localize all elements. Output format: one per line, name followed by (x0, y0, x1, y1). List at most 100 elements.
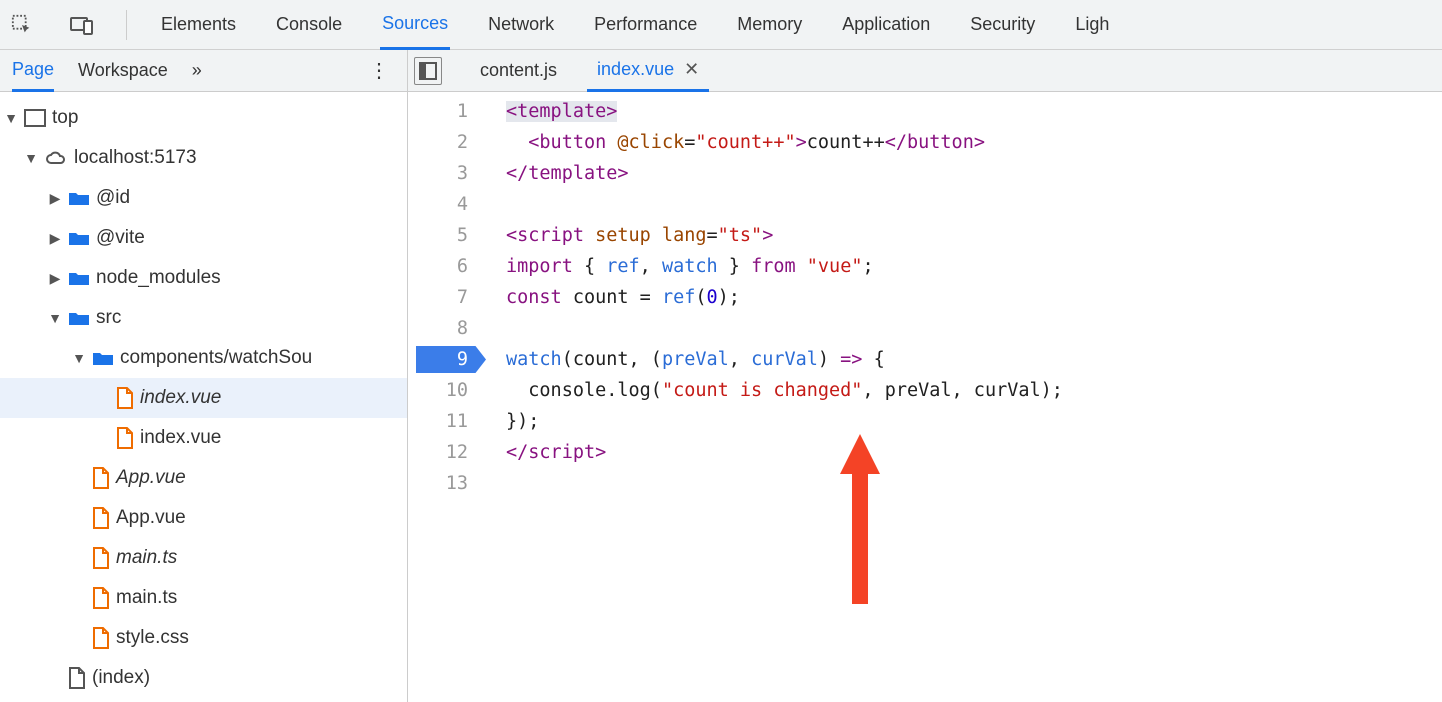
tree-folder-vite[interactable]: ▶ @vite (0, 218, 407, 258)
code-line[interactable]: <template> (488, 96, 617, 127)
tree-file-main-ts[interactable]: main.ts (0, 578, 407, 618)
code-line[interactable]: watch(count, (preVal, curVal) => { (488, 344, 885, 375)
tree-folder-id[interactable]: ▶ @id (0, 178, 407, 218)
tree-folder-src[interactable]: ▼ src (0, 298, 407, 338)
tree-folder-components[interactable]: ▼ components/watchSou (0, 338, 407, 378)
tree-file-index-document[interactable]: (index) (0, 658, 407, 698)
open-tab-label: index.vue (597, 59, 674, 80)
tree-label: top (52, 107, 78, 129)
folder-icon (92, 349, 114, 367)
folder-icon (68, 309, 90, 327)
line-number[interactable]: 6 (408, 251, 488, 282)
tab-security[interactable]: Security (968, 0, 1037, 50)
file-tree: ▼ top ▼ localhost:5173 ▶ @id ▶ @vite ▶ (0, 92, 407, 702)
line-number[interactable]: 2 (408, 127, 488, 158)
tree-label: style.css (116, 627, 189, 649)
code-line[interactable]: <script setup lang="ts"> (488, 220, 773, 251)
inspect-element-icon[interactable] (10, 13, 34, 37)
code-line[interactable] (488, 313, 506, 344)
tree-label: index.vue (140, 427, 221, 449)
tree-label: (index) (92, 667, 150, 689)
line-number[interactable]: 4 (408, 189, 488, 220)
tree-label: @id (96, 187, 130, 209)
workspace-tab[interactable]: Workspace (78, 50, 168, 92)
disclosure-triangle-down-icon[interactable]: ▼ (72, 350, 86, 366)
close-tab-icon[interactable]: ✕ (684, 59, 699, 80)
file-icon (92, 507, 110, 529)
page-tab[interactable]: Page (12, 50, 54, 92)
tab-lighthouse-truncated[interactable]: Ligh (1073, 0, 1111, 50)
tree-label: main.ts (116, 547, 177, 569)
tree-label: components/watchSou (120, 347, 312, 369)
tree-file-main-ts-sourcemap[interactable]: main.ts (0, 538, 407, 578)
devtools-main-tabs: Elements Console Sources Network Perform… (0, 0, 1442, 50)
code-line[interactable]: </template> (488, 158, 629, 189)
code-line[interactable]: </script> (488, 437, 606, 468)
line-number[interactable]: 9 (408, 344, 488, 375)
code-line[interactable] (488, 189, 506, 220)
navigator-tabs: Page Workspace » ⋮ (0, 50, 407, 92)
toggle-navigator-icon[interactable] (414, 57, 442, 85)
open-tab-index-vue[interactable]: index.vue ✕ (587, 50, 709, 92)
more-tabs-chevron[interactable]: » (192, 50, 202, 92)
code-line[interactable]: <button @click="count++">count++</button… (488, 127, 985, 158)
disclosure-triangle-down-icon[interactable]: ▼ (48, 310, 62, 326)
sources-navigator: Page Workspace » ⋮ ▼ top ▼ localhost:517… (0, 50, 408, 702)
disclosure-triangle-right-icon[interactable]: ▶ (48, 270, 62, 287)
folder-icon (68, 229, 90, 247)
tree-label: App.vue (116, 467, 186, 489)
code-area[interactable]: 1<template>2 <button @click="count++">co… (408, 92, 1442, 499)
tree-host[interactable]: ▼ localhost:5173 (0, 138, 407, 178)
tree-label: node_modules (96, 267, 221, 289)
tree-top-frame[interactable]: ▼ top (0, 98, 407, 138)
code-line[interactable]: console.log("count is changed", preVal, … (488, 375, 1063, 406)
cloud-icon (44, 149, 68, 167)
code-line[interactable] (488, 468, 506, 499)
tree-file-index-vue[interactable]: index.vue (0, 418, 407, 458)
tree-file-index-vue-sourcemap[interactable]: index.vue (0, 378, 407, 418)
open-file-tabs: content.js index.vue ✕ (408, 50, 1442, 92)
line-number[interactable]: 11 (408, 406, 488, 437)
code-line[interactable]: const count = ref(0); (488, 282, 740, 313)
line-number[interactable]: 7 (408, 282, 488, 313)
file-icon (116, 387, 134, 409)
tree-file-style-css[interactable]: style.css (0, 618, 407, 658)
tree-file-app-vue[interactable]: App.vue (0, 498, 407, 538)
tree-label: src (96, 307, 121, 329)
tab-memory[interactable]: Memory (735, 0, 804, 50)
folder-icon (68, 189, 90, 207)
open-tab-content-js[interactable]: content.js (470, 50, 567, 92)
tree-file-app-vue-sourcemap[interactable]: App.vue (0, 458, 407, 498)
code-line[interactable]: }); (488, 406, 539, 437)
line-number[interactable]: 1 (408, 96, 488, 127)
line-number[interactable]: 10 (408, 375, 488, 406)
disclosure-triangle-right-icon[interactable]: ▶ (48, 190, 62, 207)
tab-application[interactable]: Application (840, 0, 932, 50)
tree-label: @vite (96, 227, 145, 249)
document-icon (68, 667, 86, 689)
tab-sources[interactable]: Sources (380, 0, 450, 50)
tab-elements[interactable]: Elements (159, 0, 238, 50)
tab-console[interactable]: Console (274, 0, 344, 50)
line-number[interactable]: 5 (408, 220, 488, 251)
tab-performance[interactable]: Performance (592, 0, 699, 50)
file-icon (92, 627, 110, 649)
navigator-more-menu-icon[interactable]: ⋮ (363, 58, 395, 83)
line-number[interactable]: 13 (408, 468, 488, 499)
line-number[interactable]: 8 (408, 313, 488, 344)
disclosure-triangle-down-icon[interactable]: ▼ (24, 150, 38, 166)
disclosure-triangle-down-icon[interactable]: ▼ (4, 110, 18, 126)
file-icon (92, 467, 110, 489)
disclosure-triangle-right-icon[interactable]: ▶ (48, 230, 62, 247)
tree-label: main.ts (116, 587, 177, 609)
file-icon (92, 587, 110, 609)
line-number[interactable]: 12 (408, 437, 488, 468)
folder-icon (68, 269, 90, 287)
tree-folder-node-modules[interactable]: ▶ node_modules (0, 258, 407, 298)
code-line[interactable]: import { ref, watch } from "vue"; (488, 251, 874, 282)
line-number[interactable]: 3 (408, 158, 488, 189)
device-toolbar-icon[interactable] (70, 13, 94, 37)
tab-network[interactable]: Network (486, 0, 556, 50)
frame-icon (24, 109, 46, 127)
separator (126, 10, 127, 40)
